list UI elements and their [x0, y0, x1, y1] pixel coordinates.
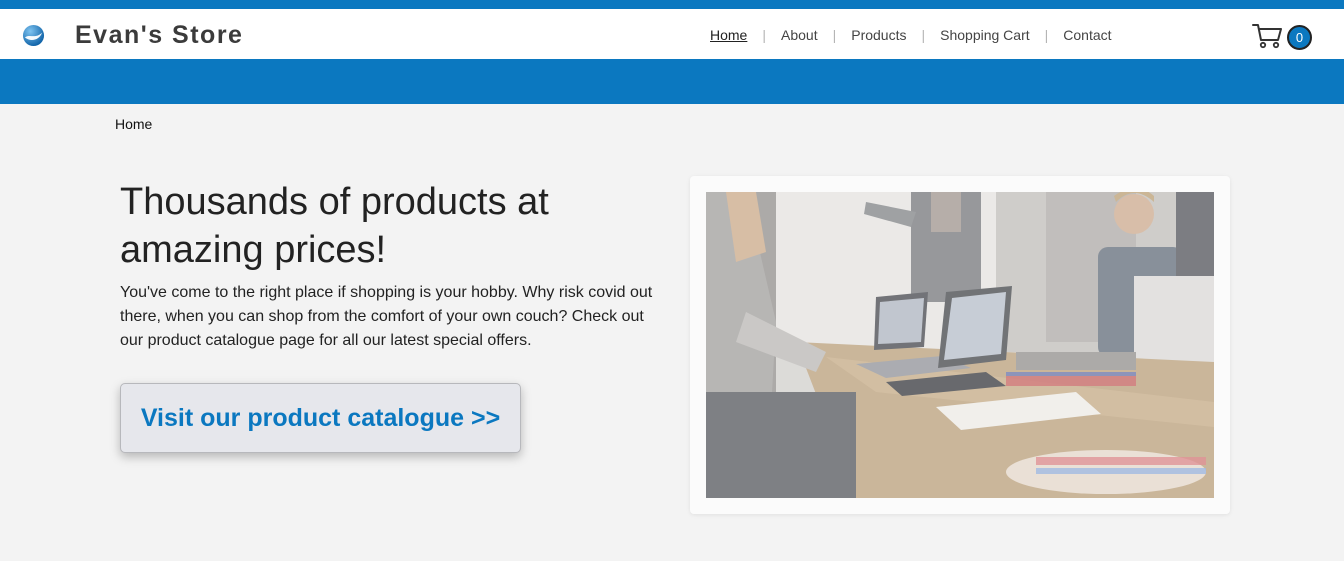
store-brand-name[interactable]: Evan's Store — [75, 21, 243, 50]
hero-headline: Thousands of products at amazing prices! — [120, 181, 549, 271]
visit-catalogue-button[interactable]: Visit our product catalogue >> — [120, 383, 521, 453]
main-navigation: Home | About | Products | Shopping Cart … — [710, 27, 1112, 43]
nav-separator: | — [1044, 27, 1049, 43]
cart-count-badge[interactable]: 0 — [1287, 25, 1312, 50]
nav-separator: | — [921, 27, 926, 43]
header-blue-band — [0, 59, 1344, 104]
nav-link-products[interactable]: Products — [851, 27, 906, 43]
site-header: Evan's Store Home | About | Products | S… — [0, 9, 1344, 59]
nav-link-contact[interactable]: Contact — [1063, 27, 1111, 43]
top-accent-bar — [0, 0, 1344, 9]
hero-image-card — [690, 176, 1230, 514]
globe-swirl-icon[interactable] — [22, 24, 45, 47]
breadcrumb: Home — [115, 116, 153, 132]
nav-link-home[interactable]: Home — [710, 27, 747, 43]
nav-link-shopping-cart[interactable]: Shopping Cart — [940, 27, 1030, 43]
nav-link-about[interactable]: About — [781, 27, 818, 43]
hero-intro-text: You've come to the right place if shoppi… — [120, 284, 653, 349]
nav-separator: | — [832, 27, 837, 43]
meeting-photo — [706, 192, 1214, 498]
nav-separator: | — [762, 27, 766, 43]
shopping-cart-icon[interactable] — [1252, 23, 1284, 49]
